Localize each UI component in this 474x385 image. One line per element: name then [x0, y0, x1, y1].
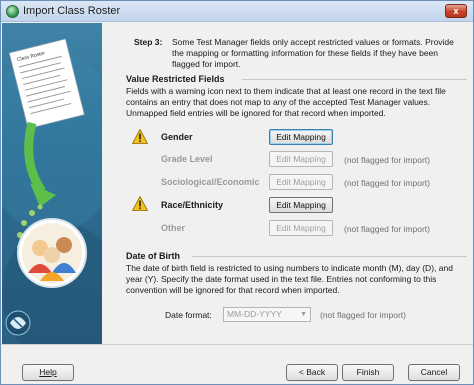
- field-label-race-ethnicity: Race/Ethnicity: [161, 200, 224, 210]
- date-format-select[interactable]: MM-DD-YYYY ▼: [223, 307, 311, 322]
- wizard-content: Step 3: Some Test Manager fields only ac…: [102, 23, 473, 344]
- date-format-label: Date format:: [165, 310, 212, 320]
- grade-level-note: (not flagged for import): [344, 155, 430, 165]
- warning-icon: [132, 196, 148, 211]
- sociological-note: (not flagged for import): [344, 178, 430, 188]
- finish-button[interactable]: Finish: [342, 364, 394, 381]
- title-bar: Import Class Roster x: [1, 1, 473, 22]
- close-button[interactable]: x: [445, 4, 467, 18]
- field-label-grade-level: Grade Level: [161, 154, 213, 164]
- warning-icon: [132, 129, 148, 144]
- help-button[interactable]: Help: [22, 364, 74, 381]
- edit-mapping-grade-level-button[interactable]: Edit Mapping: [269, 151, 333, 167]
- date-of-birth-description: The date of birth field is restricted to…: [126, 263, 453, 295]
- value-restricted-description: Fields with a warning icon next to them …: [126, 86, 446, 118]
- edit-mapping-other-button[interactable]: Edit Mapping: [269, 220, 333, 236]
- wizard-footer: Help < Back Finish Cancel: [1, 344, 473, 384]
- wizard-side-graphic: Class Roster: [2, 23, 102, 344]
- step-description: Some Test Manager fields only accept res…: [172, 37, 454, 69]
- finish-button-label: Finish: [356, 367, 380, 377]
- value-restricted-section-title: Value Restricted Fields: [126, 74, 225, 84]
- step-label: Step 3:: [134, 37, 163, 47]
- product-logo-icon: [5, 310, 31, 336]
- back-button[interactable]: < Back: [286, 364, 338, 381]
- edit-mapping-gender-button[interactable]: Edit Mapping: [269, 129, 333, 145]
- date-of-birth-section-title: Date of Birth: [126, 251, 180, 261]
- chevron-down-icon: ▼: [300, 311, 307, 318]
- edit-mapping-race-ethnicity-button[interactable]: Edit Mapping: [269, 197, 333, 213]
- back-button-label: < Back: [298, 367, 326, 377]
- cancel-button[interactable]: Cancel: [408, 364, 460, 381]
- window-title: Import Class Roster: [23, 5, 121, 17]
- date-format-value: MM-DD-YYYY: [227, 309, 282, 319]
- section-divider: [192, 256, 467, 257]
- other-note: (not flagged for import): [344, 224, 430, 234]
- wizard-illustration: Class Roster: [2, 38, 102, 344]
- section-divider: [242, 79, 467, 80]
- field-label-gender: Gender: [161, 132, 193, 142]
- date-format-note: (not flagged for import): [320, 310, 406, 320]
- edit-mapping-sociological-button[interactable]: Edit Mapping: [269, 174, 333, 190]
- field-label-other: Other: [161, 223, 186, 233]
- cancel-button-label: Cancel: [420, 367, 448, 377]
- field-label-sociological-economic: Sociological/Economic: [161, 177, 260, 187]
- app-icon: [6, 5, 19, 18]
- help-button-label: Help: [39, 367, 57, 377]
- import-roster-dialog: Import Class Roster x Class Roster Step …: [0, 0, 474, 385]
- people-avatar-icon: [17, 218, 87, 288]
